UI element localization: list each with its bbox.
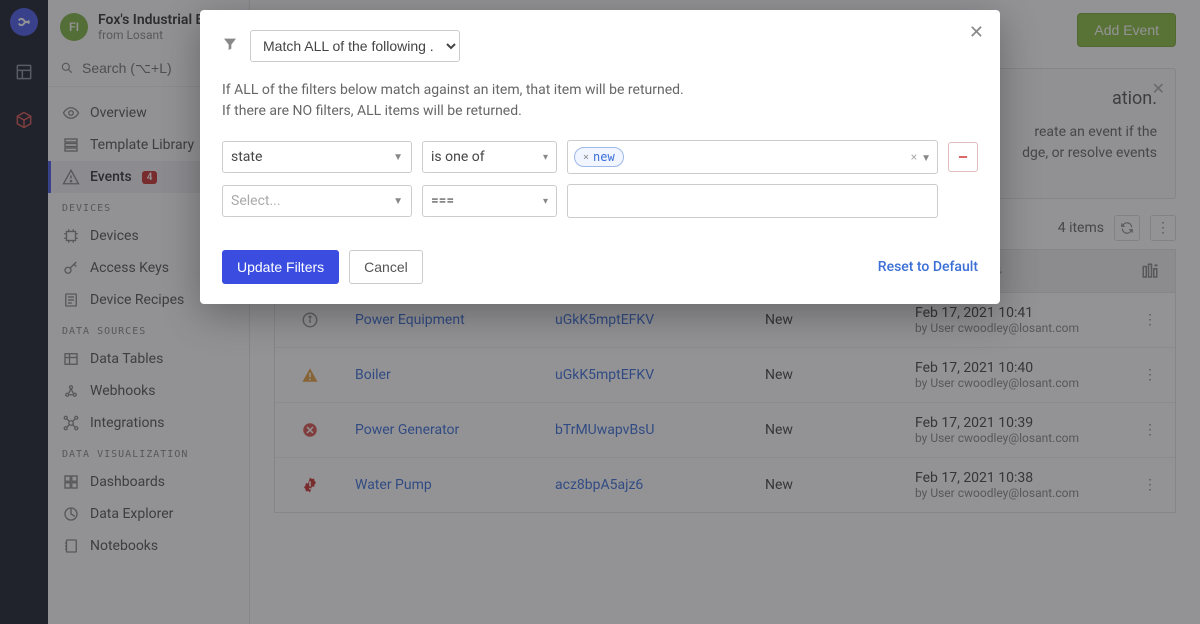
- filter-icon: [222, 36, 240, 56]
- chevron-down-icon: ▼: [393, 152, 403, 163]
- filter-value-input[interactable]: ×new × ▼: [567, 140, 938, 174]
- chevron-down-icon: ▾: [543, 196, 548, 207]
- filter-operator-select[interactable]: ===▾: [422, 185, 557, 217]
- filter-modal: ✕ Match ALL of the following .. If ALL o…: [200, 10, 1000, 304]
- modal-overlay[interactable]: ✕ Match ALL of the following .. If ALL o…: [0, 0, 1200, 624]
- filter-row-1: state▼ is one of▾ ×new × ▼: [222, 140, 978, 174]
- chevron-down-icon: ▾: [543, 152, 548, 163]
- cancel-button[interactable]: Cancel: [349, 250, 423, 284]
- reset-to-default-link[interactable]: Reset to Default: [878, 259, 978, 275]
- match-mode-select[interactable]: Match ALL of the following ..: [250, 30, 460, 62]
- filter-value-input[interactable]: [567, 184, 938, 218]
- remove-row-button[interactable]: [948, 142, 978, 172]
- chevron-down-icon: ▼: [921, 153, 931, 164]
- filter-operator-select[interactable]: is one of▾: [422, 141, 557, 173]
- filter-field-select[interactable]: state▼: [222, 141, 412, 173]
- modal-description: If ALL of the filters below match agains…: [222, 80, 978, 122]
- tag-remove-icon[interactable]: ×: [583, 152, 589, 163]
- filter-field-select[interactable]: Select...▼: [222, 185, 412, 217]
- clear-icon[interactable]: ×: [911, 150, 917, 164]
- filter-tag[interactable]: ×new: [574, 147, 624, 167]
- chevron-down-icon: ▼: [393, 196, 403, 207]
- close-icon[interactable]: ✕: [969, 22, 984, 43]
- filter-row-2: Select...▼ ===▾: [222, 184, 978, 218]
- update-filters-button[interactable]: Update Filters: [222, 250, 339, 284]
